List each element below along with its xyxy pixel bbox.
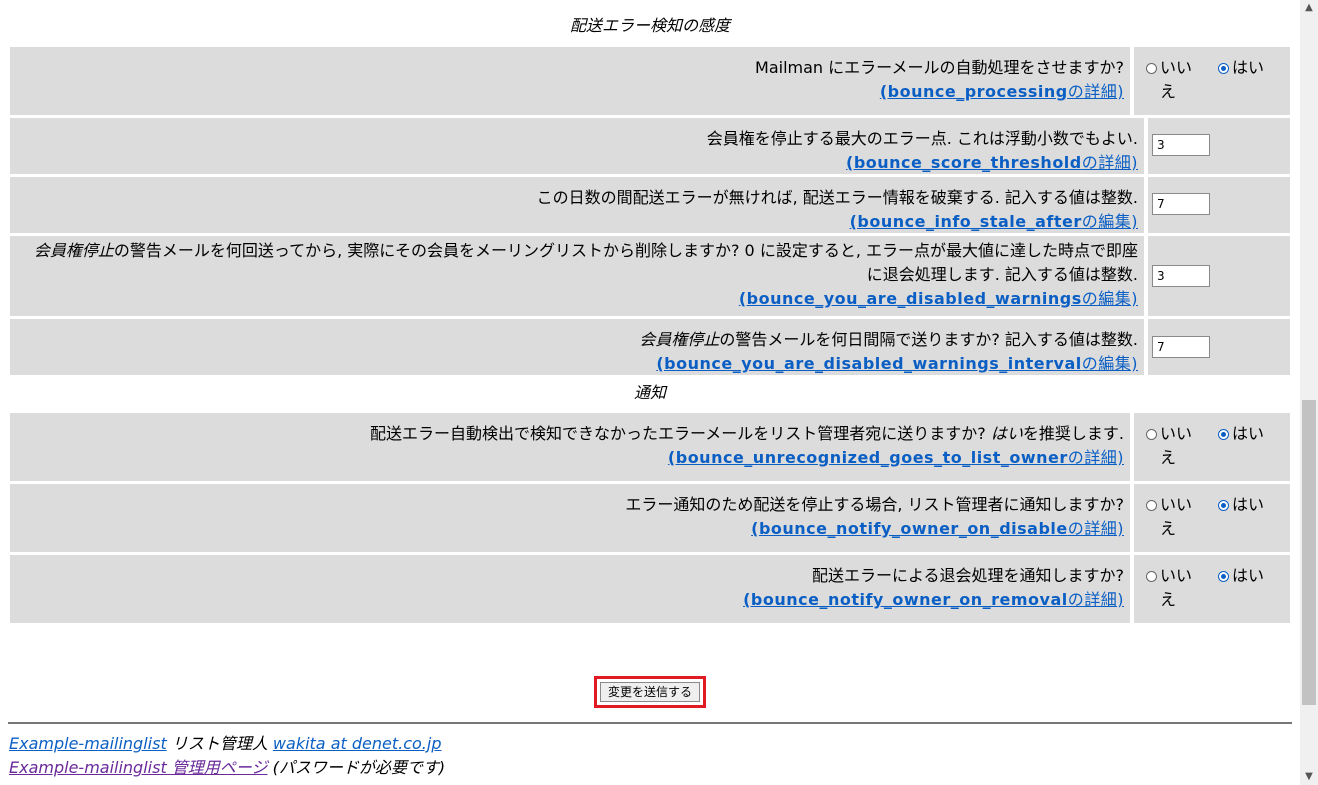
setting-control: [1148, 319, 1290, 375]
admin-email-link[interactable]: wakita at denet.co.jp: [273, 734, 442, 753]
setting-question-em: はい: [990, 424, 1023, 443]
setting-question-em: 会員権停止: [639, 330, 720, 349]
setting-question: Mailman にエラーメールの自動処理をさせますか?: [755, 58, 1124, 77]
setting-question: 配送エラー自動検出で検知できなかったエラーメールをリスト管理者宛に送りますか?: [369, 424, 986, 443]
setting-question: の警告メールを何回送ってから, 実際にその会員をメーリングリストから削除しますか…: [113, 241, 1138, 284]
setting-label: エラー通知のため配送を停止する場合, リスト管理者に通知しますか? (bounc…: [10, 484, 1130, 552]
setting-row-bounce-processing: Mailman にエラーメールの自動処理をさせますか? (bounce_proc…: [10, 47, 1290, 115]
help-link-bounce-processing[interactable]: (bounce_processingの詳細): [880, 82, 1124, 101]
scroll-down-arrow-icon[interactable]: ▼: [1300, 769, 1318, 785]
setting-row-bounce-info-stale-after: この日数の間配送エラーが無ければ, 配送エラー情報を破棄する. 記入する値は整数…: [10, 177, 1290, 233]
radio-yes[interactable]: はい: [1218, 56, 1290, 104]
section-title-notify: 通知: [633, 383, 666, 402]
setting-control: いいえ はい: [1134, 47, 1290, 115]
footer-line-1: Example-mailinglist リスト管理人 wakita at den…: [9, 733, 441, 755]
setting-control: いいえ はい: [1134, 555, 1290, 623]
setting-row-bounce-notify-owner-on-removal: 配送エラーによる退会処理を通知しますか? (bounce_notify_owne…: [10, 555, 1290, 623]
bounce-info-stale-after-input[interactable]: [1152, 193, 1210, 215]
radio-yes[interactable]: はい: [1218, 422, 1290, 470]
radio-circle-icon[interactable]: [1146, 429, 1157, 440]
setting-row-bounce-score-threshold: 会員権を停止する最大のエラー点. これは浮動小数でもよい. (bounce_sc…: [10, 118, 1290, 174]
radio-no[interactable]: いいえ: [1146, 564, 1218, 612]
setting-label: 会員権停止の警告メールを何回送ってから, 実際にその会員をメーリングリストから削…: [10, 236, 1144, 316]
bounce-score-threshold-input[interactable]: [1152, 134, 1210, 156]
radio-circle-checked-icon[interactable]: [1218, 500, 1229, 511]
radio-circle-icon[interactable]: [1146, 571, 1157, 582]
radio-yes[interactable]: はい: [1218, 564, 1290, 612]
bounce-you-are-disabled-warnings-input[interactable]: [1152, 265, 1210, 287]
radio-circle-checked-icon[interactable]: [1218, 571, 1229, 582]
section-title-sensitivity: 配送エラー検知の感度: [569, 16, 730, 35]
setting-question: の警告メールを何日間隔で送りますか? 記入する値は整数.: [719, 330, 1138, 349]
setting-control: いいえ はい: [1134, 484, 1290, 552]
setting-control: [1148, 177, 1290, 233]
help-link-bounce-score-threshold[interactable]: (bounce_score_thresholdの詳細): [846, 153, 1138, 172]
vertical-scrollbar[interactable]: ▲ ▼: [1300, 0, 1318, 785]
setting-question: 配送エラーによる退会処理を通知しますか?: [811, 566, 1124, 585]
list-info-link[interactable]: Example-mailinglist: [9, 734, 167, 753]
setting-row-bounce-you-are-disabled-warnings: 会員権停止の警告メールを何回送ってから, 実際にその会員をメーリングリストから削…: [10, 236, 1290, 316]
setting-question-em: 会員権停止: [33, 241, 114, 260]
setting-control: いいえ はい: [1134, 413, 1290, 481]
footer-line-2: Example-mailinglist 管理用ページ (パスワードが必要です): [9, 757, 445, 779]
admin-page: 配送エラー検知の感度 Mailman にエラーメールの自動処理をさせますか? (…: [0, 0, 1300, 785]
setting-question-after: を推奨します.: [1022, 424, 1124, 443]
setting-row-bounce-notify-owner-on-disable: エラー通知のため配送を停止する場合, リスト管理者に通知しますか? (bounc…: [10, 484, 1290, 552]
setting-control: [1148, 236, 1290, 316]
setting-label: 配送エラー自動検出で検知できなかったエラーメールをリスト管理者宛に送りますか? …: [10, 413, 1130, 481]
help-link-bounce-notify-owner-on-removal[interactable]: (bounce_notify_owner_on_removalの詳細): [743, 590, 1124, 609]
scroll-up-arrow-icon[interactable]: ▲: [1300, 0, 1318, 16]
help-link-bounce-you-are-disabled-warnings-interval[interactable]: (bounce_you_are_disabled_warnings_interv…: [656, 354, 1138, 373]
radio-yes[interactable]: はい: [1218, 493, 1290, 541]
radio-circle-icon[interactable]: [1146, 500, 1157, 511]
list-admin-text: リスト管理人: [171, 734, 268, 753]
help-link-bounce-you-are-disabled-warnings[interactable]: (bounce_you_are_disabled_warningsの編集): [739, 289, 1138, 308]
admin-page-link[interactable]: Example-mailinglist 管理用ページ: [9, 758, 267, 777]
help-link-bounce-notify-owner-on-disable[interactable]: (bounce_notify_owner_on_disableの詳細): [751, 519, 1124, 538]
radio-circle-checked-icon[interactable]: [1218, 429, 1229, 440]
scroll-thumb[interactable]: [1302, 400, 1316, 705]
password-note: (パスワードが必要です): [272, 758, 446, 777]
radio-no[interactable]: いいえ: [1146, 493, 1218, 541]
setting-control: [1148, 118, 1290, 174]
radio-no[interactable]: いいえ: [1146, 56, 1218, 104]
setting-label: Mailman にエラーメールの自動処理をさせますか? (bounce_proc…: [10, 47, 1130, 115]
setting-label: 会員権を停止する最大のエラー点. これは浮動小数でもよい. (bounce_sc…: [10, 118, 1144, 174]
setting-label: 配送エラーによる退会処理を通知しますか? (bounce_notify_owne…: [10, 555, 1130, 623]
bounce-you-are-disabled-warnings-interval-input[interactable]: [1152, 336, 1210, 358]
help-link-bounce-info-stale-after[interactable]: (bounce_info_stale_afterの編集): [850, 212, 1138, 231]
setting-question: 会員権を停止する最大のエラー点. これは浮動小数でもよい.: [706, 129, 1138, 148]
setting-label: この日数の間配送エラーが無ければ, 配送エラー情報を破棄する. 記入する値は整数…: [10, 177, 1144, 233]
radio-circle-checked-icon[interactable]: [1218, 63, 1229, 74]
setting-row-bounce-you-are-disabled-warnings-interval: 会員権停止の警告メールを何日間隔で送りますか? 記入する値は整数. (bounc…: [10, 319, 1290, 375]
submit-highlight: 変更を送信する: [594, 676, 706, 708]
setting-row-bounce-unrecognized-goes-to-list-owner: 配送エラー自動検出で検知できなかったエラーメールをリスト管理者宛に送りますか? …: [10, 413, 1290, 481]
setting-label: 会員権停止の警告メールを何日間隔で送りますか? 記入する値は整数. (bounc…: [10, 319, 1144, 375]
radio-circle-icon[interactable]: [1146, 63, 1157, 74]
submit-changes-button[interactable]: 変更を送信する: [600, 682, 700, 702]
footer-divider: [8, 722, 1292, 724]
radio-no[interactable]: いいえ: [1146, 422, 1218, 470]
setting-question: エラー通知のため配送を停止する場合, リスト管理者に通知しますか?: [625, 495, 1124, 514]
setting-question: この日数の間配送エラーが無ければ, 配送エラー情報を破棄する. 記入する値は整数…: [536, 188, 1138, 207]
help-link-bounce-unrecognized-goes-to-list-owner[interactable]: (bounce_unrecognized_goes_to_list_ownerの…: [668, 448, 1124, 467]
